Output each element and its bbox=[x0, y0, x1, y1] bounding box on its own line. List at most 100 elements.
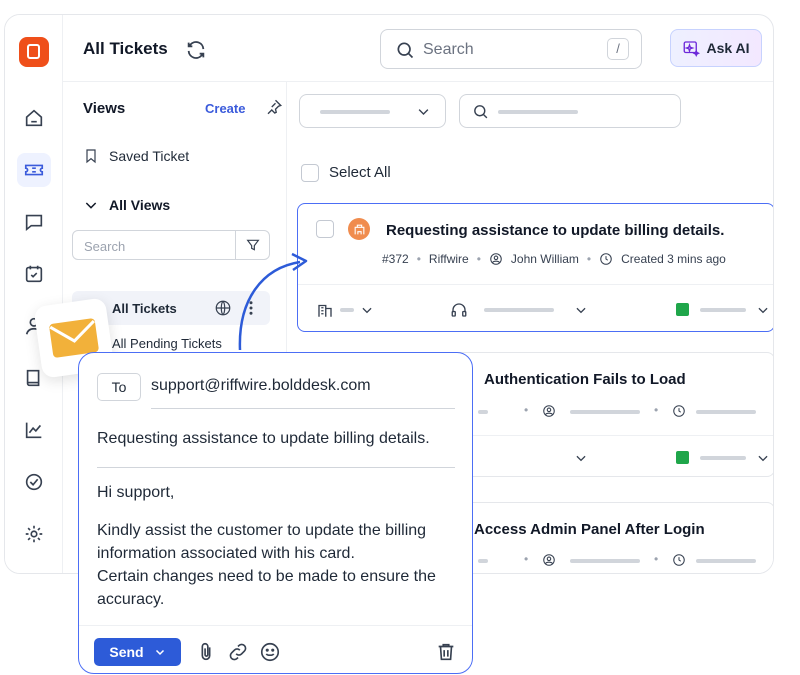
placeholder-bar bbox=[478, 410, 488, 414]
ticket-title[interactable]: Requesting assistance to update billing … bbox=[386, 222, 724, 239]
more-vertical-icon[interactable] bbox=[248, 299, 254, 317]
org-avatar bbox=[348, 218, 370, 240]
meta-separator: • bbox=[524, 552, 529, 566]
to-divider bbox=[151, 408, 455, 409]
building-icon bbox=[354, 224, 364, 234]
body-line: Kindly assist the customer to update the… bbox=[97, 522, 427, 539]
body-line: information associated with his card. bbox=[97, 545, 355, 562]
ticket-meta: #372 • Riffwire • John William • Created… bbox=[382, 252, 726, 266]
saved-ticket-item[interactable]: Saved Ticket bbox=[83, 147, 189, 165]
globe-icon bbox=[215, 300, 231, 316]
home-icon[interactable] bbox=[17, 101, 51, 135]
ticket-assignee: John William bbox=[510, 252, 579, 266]
headset-icon bbox=[451, 303, 467, 317]
clock-icon bbox=[600, 253, 612, 265]
meta-separator: • bbox=[476, 252, 481, 266]
page-title: All Tickets bbox=[83, 39, 168, 58]
select-all-checkbox[interactable] bbox=[301, 164, 319, 182]
status-indicator bbox=[676, 451, 689, 464]
body-line: Certain changes need to be made to ensur… bbox=[97, 568, 436, 585]
ticket-checkbox[interactable] bbox=[316, 220, 334, 238]
compose-divider bbox=[79, 625, 472, 626]
view-item-label: All Pending Tickets bbox=[112, 335, 222, 351]
search-icon bbox=[397, 42, 414, 59]
to-field[interactable]: support@riffwire.bolddesk.com bbox=[151, 377, 371, 395]
ticket-id: #372 bbox=[382, 252, 409, 266]
placeholder-bar bbox=[340, 308, 354, 312]
placeholder-bar bbox=[478, 559, 488, 563]
ticket-title[interactable]: Authentication Fails to Load bbox=[484, 371, 686, 388]
building-icon bbox=[318, 304, 332, 317]
shortcut-key: / bbox=[607, 38, 629, 60]
chevron-down-icon bbox=[85, 202, 97, 209]
meta-separator: • bbox=[654, 552, 659, 566]
placeholder-bar bbox=[320, 110, 390, 114]
placeholder-bar bbox=[700, 456, 746, 460]
chevron-down-icon bbox=[418, 109, 429, 115]
chart-icon[interactable] bbox=[17, 413, 51, 447]
chevron-down-icon[interactable] bbox=[574, 303, 588, 317]
ticket-title[interactable]: Access Admin Panel After Login bbox=[474, 521, 705, 538]
card-divider bbox=[298, 284, 773, 285]
user-circle-icon bbox=[543, 405, 555, 417]
brand-logo[interactable] bbox=[19, 37, 49, 67]
clock-icon bbox=[673, 405, 685, 417]
nav-rail bbox=[5, 15, 63, 573]
placeholder-bar bbox=[696, 559, 756, 563]
chevron-down-icon[interactable] bbox=[154, 646, 166, 658]
ticket-card[interactable]: Requesting assistance to update billing … bbox=[297, 203, 773, 332]
view-item-label: All Tickets bbox=[112, 300, 177, 316]
ticket-org: Riffwire bbox=[428, 252, 469, 266]
subject-divider bbox=[97, 467, 455, 468]
chevron-down-icon[interactable] bbox=[756, 303, 770, 317]
views-title: Views bbox=[83, 100, 126, 117]
filter-dropdown[interactable] bbox=[299, 94, 446, 128]
ask-ai-button[interactable]: Ask AI bbox=[670, 29, 762, 67]
chat-icon[interactable] bbox=[17, 205, 51, 239]
filter-icon bbox=[245, 239, 260, 251]
bookmark-icon bbox=[86, 149, 96, 164]
meta-separator: • bbox=[586, 252, 592, 266]
attachment-icon[interactable] bbox=[195, 641, 217, 663]
all-views-toggle[interactable]: All Views bbox=[83, 197, 170, 213]
view-search-input[interactable]: Search bbox=[72, 230, 270, 260]
placeholder-bar bbox=[696, 410, 756, 414]
saved-ticket-label: Saved Ticket bbox=[109, 148, 190, 164]
subject-field[interactable]: Requesting assistance to update billing … bbox=[97, 430, 430, 448]
ticket-created: Created 3 mins ago bbox=[621, 252, 726, 266]
trash-icon[interactable] bbox=[435, 641, 457, 663]
meta-separator: • bbox=[416, 252, 421, 266]
body-greeting[interactable]: Hi support, bbox=[97, 481, 462, 504]
to-button[interactable]: To bbox=[97, 373, 141, 401]
meta-separator: • bbox=[524, 403, 529, 417]
gear-icon[interactable] bbox=[17, 517, 51, 551]
view-search-placeholder: Search bbox=[84, 239, 126, 254]
link-icon[interactable] bbox=[227, 641, 249, 663]
send-button[interactable]: Send bbox=[94, 638, 181, 666]
all-views-label: All Views bbox=[109, 197, 171, 213]
meta-separator: • bbox=[654, 403, 659, 417]
global-search-input[interactable]: Search / bbox=[380, 29, 642, 69]
placeholder-bar bbox=[570, 410, 640, 414]
calendar-check-icon[interactable] bbox=[17, 257, 51, 291]
refresh-icon[interactable] bbox=[185, 39, 207, 61]
check-circle-icon[interactable] bbox=[17, 465, 51, 499]
list-search-input[interactable] bbox=[459, 94, 681, 128]
create-view-link[interactable]: Create bbox=[205, 101, 245, 116]
placeholder-bar bbox=[484, 308, 554, 312]
chevron-down-icon[interactable] bbox=[756, 451, 770, 465]
clock-icon bbox=[673, 554, 685, 566]
send-label: Send bbox=[109, 644, 144, 660]
placeholder-bar bbox=[700, 308, 746, 312]
body-line: accuracy. bbox=[97, 591, 165, 608]
select-all-label: Select All bbox=[329, 164, 391, 181]
body-text[interactable]: Kindly assist the customer to update the… bbox=[97, 519, 462, 611]
chevron-down-icon[interactable] bbox=[574, 451, 588, 465]
emoji-icon[interactable] bbox=[259, 641, 281, 663]
ticket-icon[interactable] bbox=[17, 153, 51, 187]
status-indicator bbox=[676, 303, 689, 316]
chevron-down-icon[interactable] bbox=[360, 303, 374, 317]
pin-icon[interactable] bbox=[265, 98, 283, 116]
placeholder-bar bbox=[498, 110, 578, 114]
filter-button[interactable] bbox=[235, 231, 269, 259]
